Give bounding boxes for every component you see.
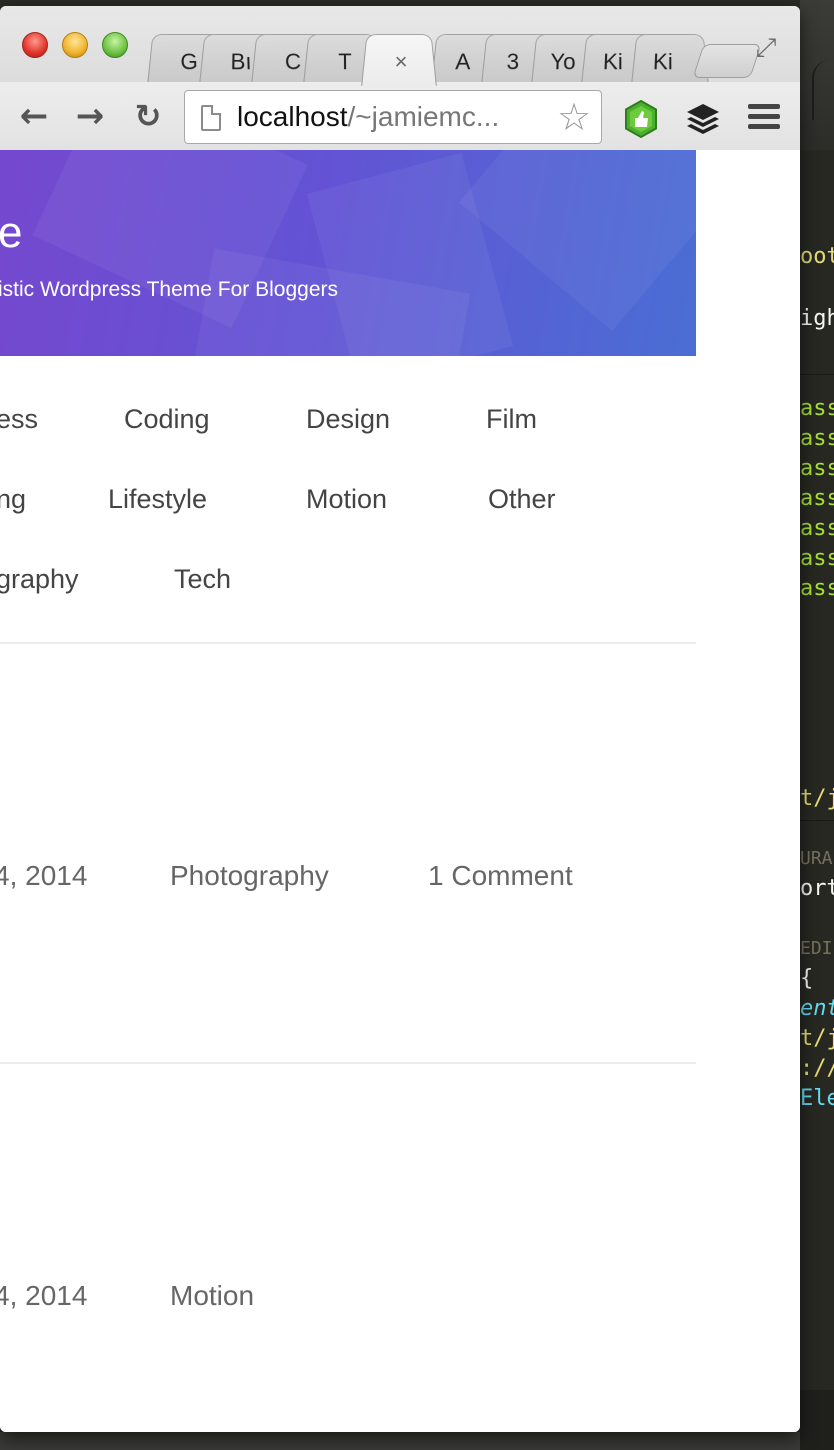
- tab-label: Ki: [602, 49, 623, 75]
- web-page: e istic Wordpress Theme For Bloggers ess…: [0, 150, 800, 1432]
- extension-icon[interactable]: [622, 100, 660, 138]
- tab-label: Yo: [549, 49, 576, 75]
- editor-divider: [800, 820, 834, 821]
- close-window-button[interactable]: [22, 32, 48, 58]
- url-host: localhost: [237, 101, 348, 132]
- code-line: ort: [800, 876, 834, 901]
- category-link[interactable]: Lifestyle: [108, 484, 207, 515]
- category-link[interactable]: graphy: [0, 564, 79, 595]
- post-divider: [0, 1062, 696, 1064]
- section-divider: [0, 642, 696, 644]
- category-link[interactable]: ng: [0, 484, 26, 515]
- code-line: t/j: [800, 1026, 834, 1051]
- category-link[interactable]: Other: [488, 484, 556, 515]
- code-line: EDI: [800, 938, 833, 959]
- minimize-window-button[interactable]: [62, 32, 88, 58]
- post-category-link[interactable]: Photography: [170, 860, 329, 892]
- browser-window: G Bı C T × A 3 Yo Ki Ki ⤢ ← → ↻ localhos…: [0, 6, 800, 1432]
- code-line: ass: [800, 576, 834, 601]
- browser-toolbar: ← → ↻ localhost/~jamiemc... ☆: [0, 82, 800, 150]
- address-bar[interactable]: localhost/~jamiemc... ☆: [184, 90, 602, 144]
- desktop-strip: [0, 1432, 800, 1450]
- code-line: ass: [800, 426, 834, 451]
- url-text[interactable]: localhost/~jamiemc...: [237, 101, 499, 133]
- background-code-editor: oot igh ass ass ass ass ass ass ass t/j …: [800, 0, 834, 1450]
- back-icon[interactable]: ←: [14, 96, 54, 136]
- reload-icon[interactable]: ↻: [128, 96, 168, 136]
- category-link[interactable]: Design: [306, 404, 390, 435]
- code-line: ass: [800, 456, 834, 481]
- code-line: ass: [800, 396, 834, 421]
- code-line: ass: [800, 516, 834, 541]
- editor-statusbar: [800, 1390, 834, 1450]
- category-link[interactable]: ess: [0, 404, 38, 435]
- code-line: oot: [800, 244, 834, 269]
- post-comments-link[interactable]: 1 Comment: [428, 860, 573, 892]
- tab-label: Ki: [652, 49, 673, 75]
- star-icon[interactable]: ☆: [557, 97, 591, 137]
- code-line: ://: [800, 1056, 834, 1081]
- tab-label: T: [338, 49, 353, 75]
- code-line: {: [800, 966, 814, 991]
- site-tagline: istic Wordpress Theme For Bloggers: [0, 278, 339, 301]
- code-line: igh: [800, 306, 834, 331]
- browser-tab-active[interactable]: ×: [361, 34, 437, 86]
- code-line: ass: [800, 486, 834, 511]
- editor-titlebar: [800, 0, 834, 150]
- fullscreen-icon[interactable]: ⤢: [752, 34, 780, 62]
- category-link[interactable]: Motion: [306, 484, 387, 515]
- category-link[interactable]: Film: [486, 404, 537, 435]
- category-link[interactable]: Tech: [174, 564, 231, 595]
- tab-strip: G Bı C T × A 3 Yo Ki Ki: [147, 32, 800, 86]
- post-date: 4, 2014: [0, 860, 88, 891]
- code-line: t/j: [800, 786, 834, 811]
- url-path: /~jamiemc...: [347, 101, 500, 132]
- code-line: Ele: [800, 1086, 834, 1111]
- code-line: URA: [800, 848, 833, 869]
- menu-icon[interactable]: [748, 104, 780, 132]
- tab-label: A: [454, 49, 471, 75]
- zoom-window-button[interactable]: [102, 32, 128, 58]
- forward-icon[interactable]: →: [70, 96, 110, 136]
- close-tab-icon[interactable]: ×: [380, 49, 422, 75]
- tab-label: 3: [506, 49, 520, 75]
- code-line: ass: [800, 546, 834, 571]
- browser-chrome: G Bı C T × A 3 Yo Ki Ki ⤢ ← → ↻ localhos…: [0, 6, 800, 150]
- code-line: ent: [800, 996, 834, 1021]
- buffer-icon[interactable]: [684, 100, 722, 138]
- post-date: 4, 2014: [0, 1280, 88, 1311]
- page-icon: [201, 105, 221, 131]
- post-category-link[interactable]: Motion: [170, 1280, 254, 1312]
- editor-divider: [800, 374, 834, 375]
- site-title[interactable]: e: [0, 208, 22, 258]
- category-link[interactable]: Coding: [124, 404, 210, 435]
- site-header: e istic Wordpress Theme For Bloggers: [0, 150, 696, 356]
